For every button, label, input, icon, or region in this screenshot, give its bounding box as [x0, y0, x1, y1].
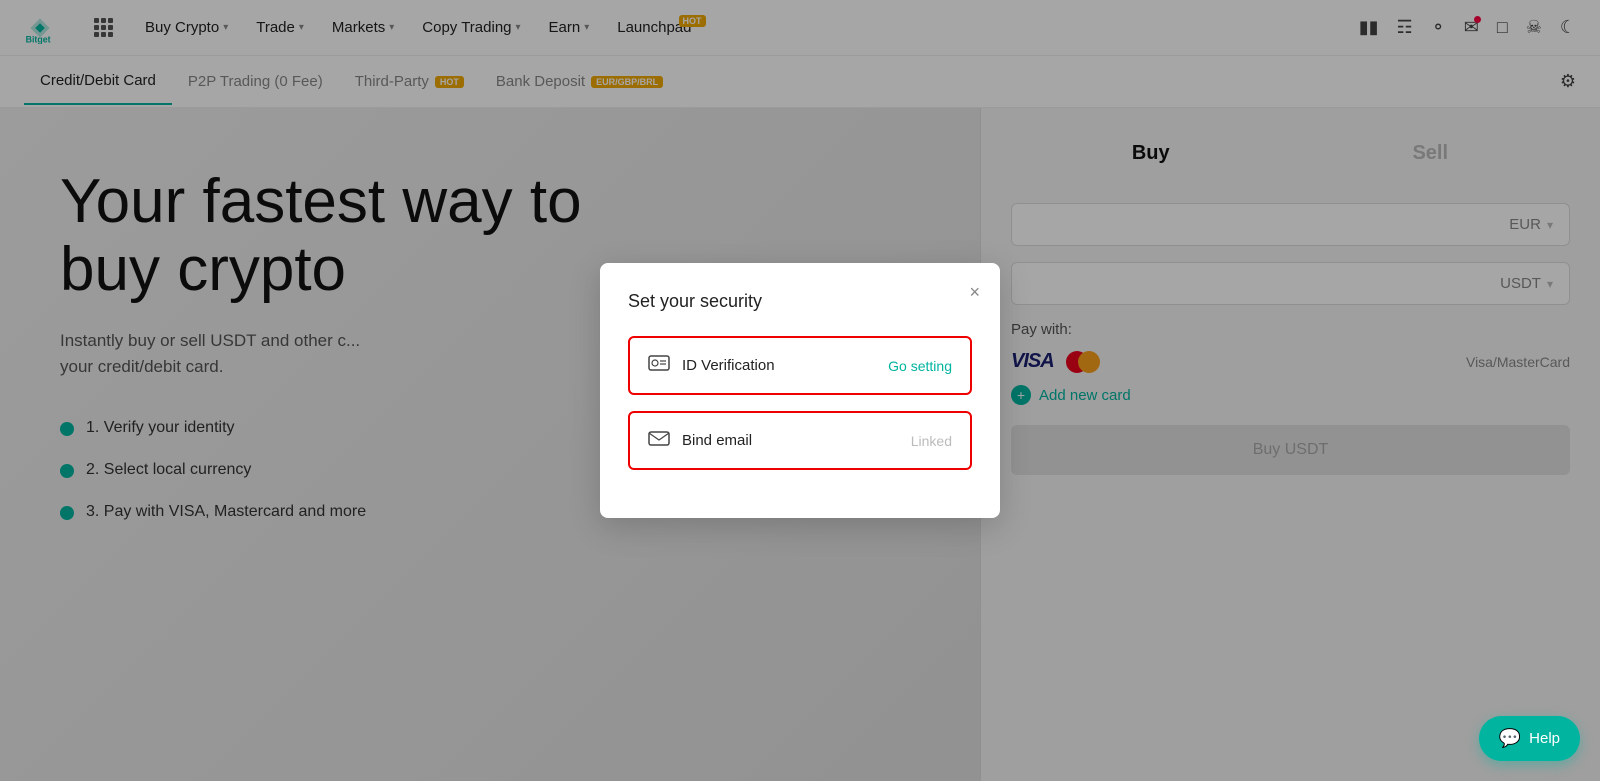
bind-email-label: Bind email [682, 432, 899, 449]
email-icon [648, 429, 670, 452]
help-button[interactable]: 💬 Help [1479, 716, 1580, 761]
bind-email-row: Bind email Linked [628, 411, 972, 470]
security-modal: Set your security × ID Verification Go s… [600, 263, 1000, 518]
go-setting-button[interactable]: Go setting [888, 358, 952, 374]
chat-icon: 💬 [1499, 728, 1521, 749]
modal-title: Set your security [628, 291, 972, 312]
modal-close-button[interactable]: × [969, 283, 980, 301]
id-verification-row: ID Verification Go setting [628, 336, 972, 395]
id-verification-label: ID Verification [682, 357, 876, 374]
overlay: Set your security × ID Verification Go s… [0, 0, 1600, 781]
id-verification-icon [648, 354, 670, 377]
email-linked-status: Linked [911, 433, 952, 449]
